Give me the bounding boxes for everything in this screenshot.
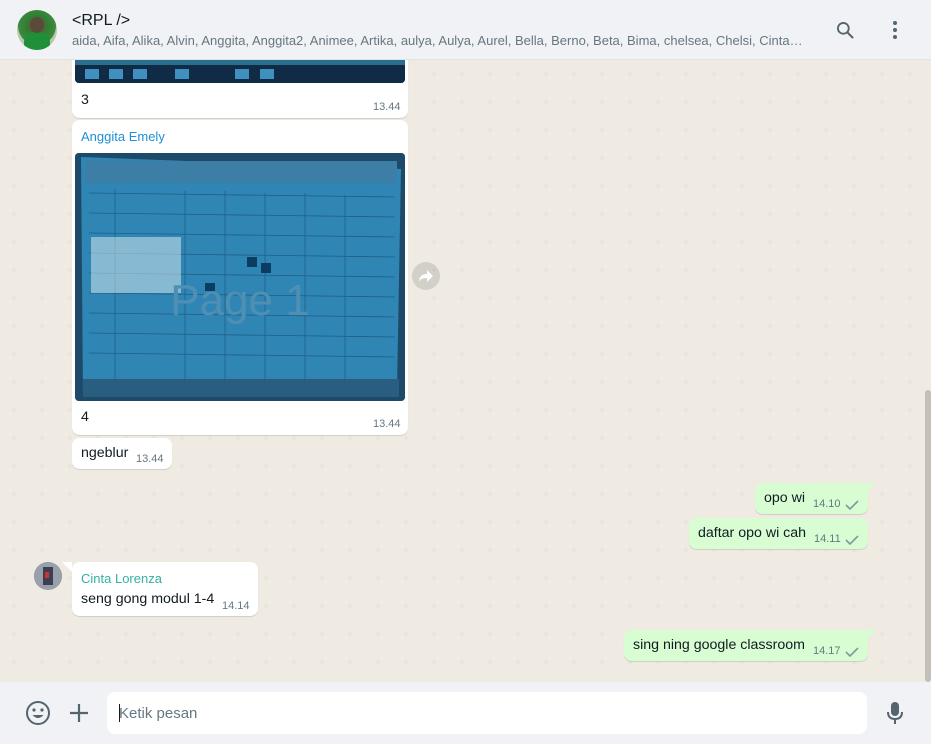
forward-icon xyxy=(419,270,433,282)
search-button[interactable] xyxy=(833,18,857,42)
chat-header[interactable]: <RPL /> aida, Aifa, Alika, Alvin, Anggit… xyxy=(0,0,931,60)
message-text: daftar opo wi cah xyxy=(698,525,807,541)
sender-avatar[interactable] xyxy=(34,562,62,590)
group-title[interactable]: <RPL /> xyxy=(72,12,130,30)
message-time: 14.11 xyxy=(814,533,841,545)
image-caption: 4 xyxy=(81,409,89,425)
search-icon xyxy=(837,22,854,39)
plus-icon xyxy=(70,704,88,722)
message-text: ngeblur xyxy=(81,445,129,461)
message-time: 13.44 xyxy=(136,453,164,465)
message-text: seng gong modul 1-4 xyxy=(81,591,215,607)
message-image[interactable] xyxy=(75,60,405,83)
group-members: aida, Aifa, Alika, Alvin, Anggita, Anggi… xyxy=(72,33,803,48)
menu-dots-icon xyxy=(893,21,897,39)
message-incoming-image[interactable]: Anggita Emely Page 1 4 13.44 xyxy=(72,120,408,435)
message-input[interactable] xyxy=(107,692,867,734)
forward-button[interactable] xyxy=(412,262,440,290)
message-text: opo wi xyxy=(764,490,806,506)
image-watermark-text: Page 1 xyxy=(170,276,309,325)
emoji-icon xyxy=(26,701,50,725)
emoji-button[interactable] xyxy=(24,699,52,727)
message-time: 14.17 xyxy=(813,645,841,657)
message-outgoing[interactable]: daftar opo wi cah 14.11 xyxy=(689,518,868,549)
check-icon xyxy=(845,500,859,511)
composer-bar xyxy=(0,682,931,744)
message-time: 14.10 xyxy=(813,498,841,510)
message-incoming[interactable]: Cinta Lorenza seng gong modul 1-4 14.14 xyxy=(72,562,258,616)
scrollbar[interactable] xyxy=(925,390,931,682)
attach-button[interactable] xyxy=(65,699,93,727)
microphone-icon xyxy=(887,702,903,724)
sender-name[interactable]: Cinta Lorenza xyxy=(81,571,162,586)
message-time: 14.14 xyxy=(222,600,250,612)
message-incoming-image[interactable]: 3 13.44 xyxy=(72,60,408,118)
message-outgoing[interactable]: sing ning google classroom 14.17 xyxy=(624,630,868,661)
check-icon xyxy=(845,647,859,658)
text-caret xyxy=(119,704,120,722)
image-caption: 3 xyxy=(81,92,89,108)
message-time: 13.44 xyxy=(373,418,401,430)
menu-button[interactable] xyxy=(883,18,907,42)
message-text: sing ning google classroom xyxy=(633,637,805,653)
voice-message-button[interactable] xyxy=(881,699,909,727)
message-incoming[interactable]: ngeblur 13.44 xyxy=(72,438,172,469)
message-outgoing[interactable]: opo wi 14.10 xyxy=(755,483,868,514)
message-list[interactable]: 3 13.44 Anggita Emely Page 1 4 13.44 nge… xyxy=(0,60,931,682)
message-image[interactable]: Page 1 xyxy=(75,153,405,401)
message-time: 13.44 xyxy=(373,101,401,113)
sender-name[interactable]: Anggita Emely xyxy=(81,129,165,144)
group-avatar[interactable] xyxy=(17,10,57,50)
check-icon xyxy=(845,535,859,546)
